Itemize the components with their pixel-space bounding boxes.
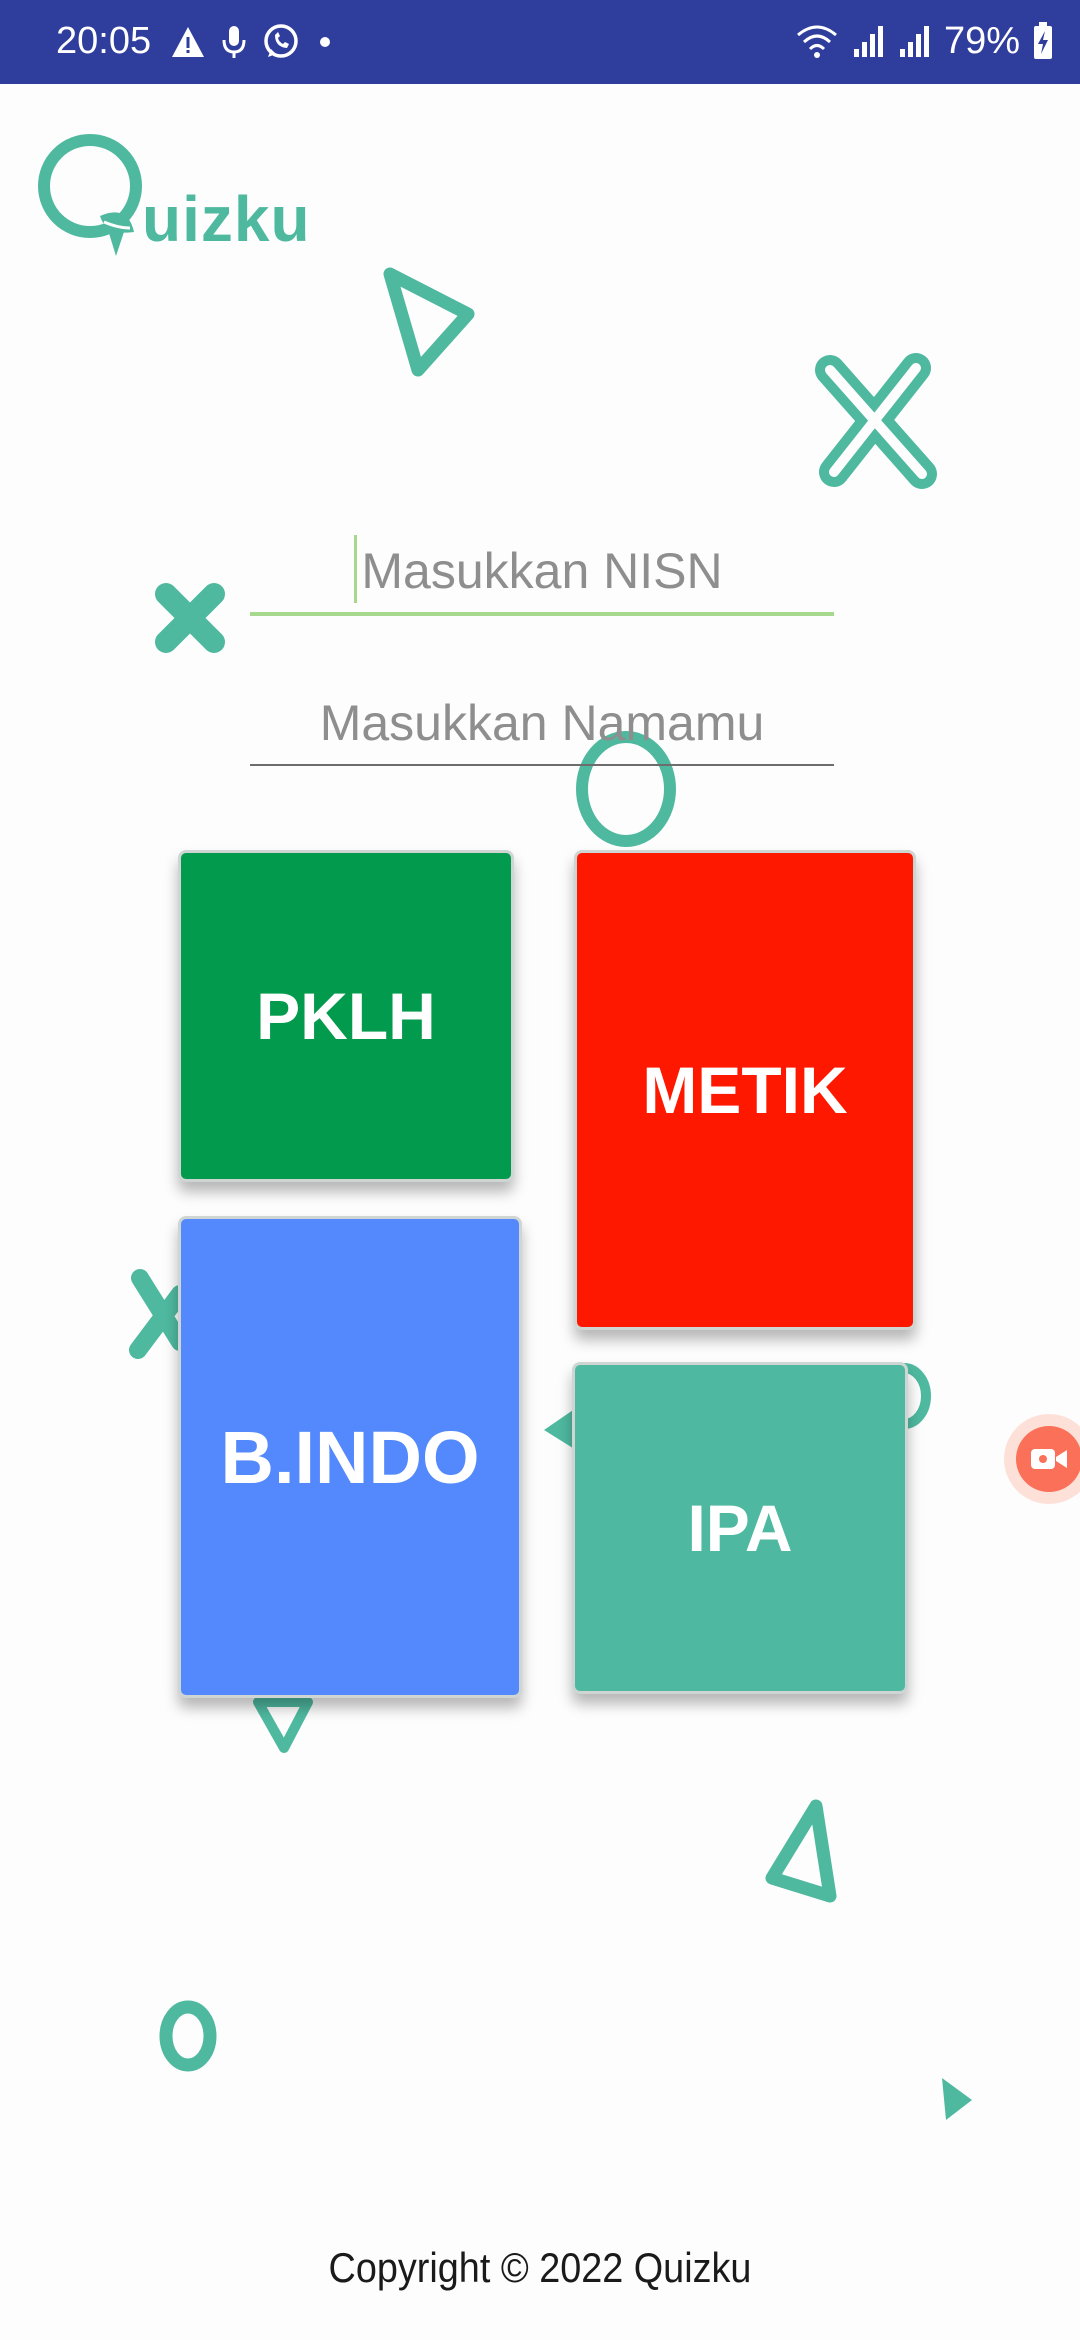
status-bar: 20:05 79% bbox=[0, 0, 1080, 84]
subject-card-label: IPA bbox=[687, 1491, 793, 1565]
copyright-text: Copyright © 2022 Quizku bbox=[328, 2244, 752, 2291]
name-input[interactable] bbox=[250, 682, 834, 766]
text-cursor bbox=[354, 535, 357, 603]
subject-card-label: B.INDO bbox=[220, 1415, 480, 1499]
warning-icon bbox=[172, 27, 204, 57]
system-icons: 79% bbox=[794, 18, 1054, 64]
triangle-decoration bbox=[383, 267, 475, 377]
subject-card-metik[interactable]: METIK bbox=[574, 850, 916, 1330]
status-time: 20:05 bbox=[56, 20, 152, 62]
wifi-icon bbox=[796, 25, 837, 58]
x-decoration-small bbox=[155, 583, 225, 653]
fab-inner bbox=[1016, 1426, 1080, 1492]
nisn-input[interactable] bbox=[250, 530, 834, 616]
triangle-decoration-below bbox=[253, 1697, 313, 1753]
battery-percent: 79% bbox=[943, 19, 1020, 62]
screen-recorder-button[interactable] bbox=[1004, 1414, 1080, 1504]
microphone-icon bbox=[222, 26, 246, 58]
notification-icons bbox=[170, 20, 336, 64]
subject-card-ipa[interactable]: IPA bbox=[572, 1362, 908, 1694]
triangle-decoration-lower bbox=[765, 1799, 837, 1903]
subject-card-bindo[interactable]: B.INDO bbox=[178, 1216, 522, 1698]
dot-icon bbox=[320, 37, 330, 47]
subject-card-pklh[interactable]: PKLH bbox=[178, 850, 514, 1182]
subject-card-label: METIK bbox=[642, 1053, 848, 1127]
circle-decoration-small bbox=[159, 2000, 217, 2072]
x-decoration bbox=[815, 353, 937, 489]
triangle-decoration-tiny bbox=[942, 2078, 972, 2120]
battery-charging-icon bbox=[1034, 22, 1052, 59]
logo-text: uizku bbox=[142, 183, 311, 255]
signal-icon bbox=[853, 26, 883, 57]
subject-card-label: PKLH bbox=[256, 979, 436, 1053]
whatsapp-icon bbox=[264, 24, 298, 58]
video-camera-icon bbox=[1031, 1449, 1067, 1469]
signal-icon bbox=[899, 26, 929, 57]
